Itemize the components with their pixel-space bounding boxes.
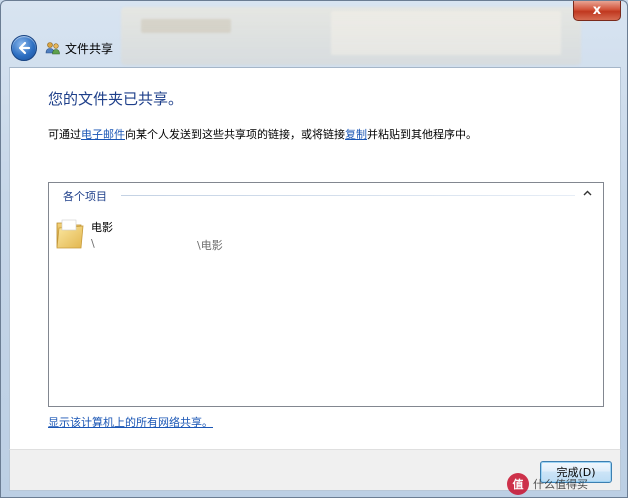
chevron-up-icon: [583, 190, 591, 196]
group-header: 各个项目: [63, 190, 107, 203]
list-item[interactable]: 电影 \ \电影: [55, 217, 255, 253]
item-path-prefix: \: [91, 237, 95, 250]
sharing-users-icon: [45, 40, 61, 56]
copy-link[interactable]: 复制: [345, 128, 367, 141]
group-divider: [121, 195, 575, 196]
title-bar: 文件共享: [45, 38, 113, 58]
back-arrow-icon: [18, 41, 31, 55]
email-link[interactable]: 电子邮件: [81, 128, 125, 141]
content-area: 您的文件夹已共享。 可通过电子邮件向某个人发送到这些共享项的链接，或将链接复制并…: [9, 67, 621, 449]
collapse-group-button[interactable]: [581, 187, 593, 199]
page-heading: 您的文件夹已共享。: [48, 90, 184, 108]
shared-items-list[interactable]: 各个项目 电影 \ \电影: [48, 182, 604, 407]
site-watermark: 值 什么值得买: [507, 471, 588, 497]
desc-before: 可通过: [48, 128, 81, 141]
file-sharing-window: x 文件共享 您的文件夹已共享。 可通过电子邮件向某个人发送到这些共享项的链接，…: [0, 0, 628, 498]
show-all-shares-link[interactable]: 显示该计算机上的所有网络共享。: [48, 414, 213, 430]
glass-background: [121, 7, 581, 65]
back-button[interactable]: [11, 35, 37, 61]
watermark-logo-icon: 值: [507, 473, 529, 495]
description-text: 可通过电子邮件向某个人发送到这些共享项的链接，或将链接复制并粘贴到其他程序中。: [48, 126, 477, 142]
desc-middle: 向某个人发送到这些共享项的链接，或将链接: [125, 128, 345, 141]
item-path-suffix: \电影: [197, 239, 223, 252]
close-icon: x: [592, 3, 602, 18]
window-title: 文件共享: [65, 41, 114, 56]
folder-icon: [56, 219, 84, 249]
item-name: 电影: [91, 221, 113, 234]
desc-after: 并粘贴到其他程序中。: [367, 128, 477, 141]
close-button[interactable]: x: [573, 1, 621, 21]
watermark-text: 什么值得买: [533, 478, 588, 491]
